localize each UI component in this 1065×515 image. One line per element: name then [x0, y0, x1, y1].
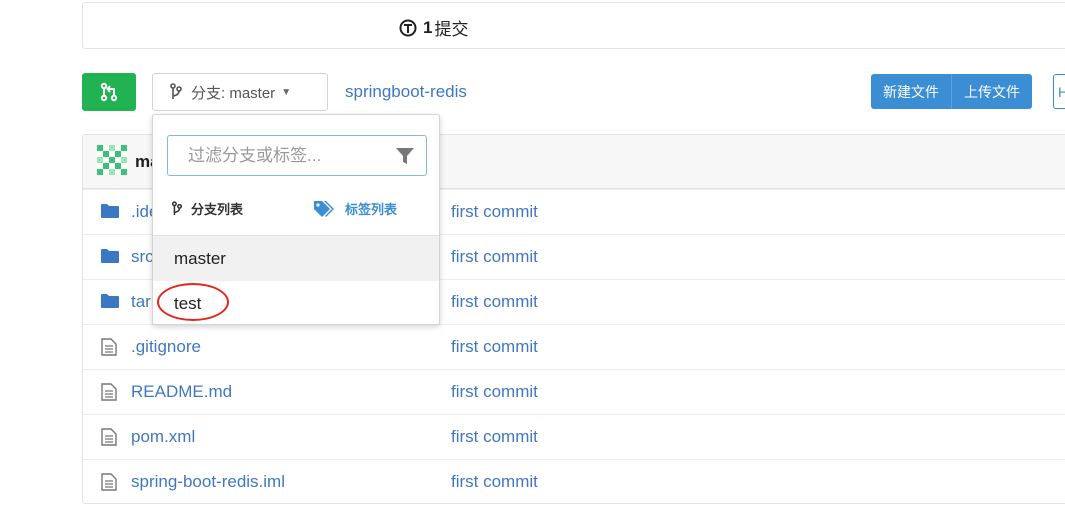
repo-name-link[interactable]: springboot-redis — [345, 82, 467, 102]
folder-icon — [101, 204, 119, 218]
tab-branches[interactable]: 分支列表 — [171, 199, 243, 218]
commit-message-link[interactable]: first commit — [451, 337, 538, 357]
commit-label: 提交 — [434, 20, 469, 39]
branch-selector[interactable]: 分支: master ▼ — [152, 73, 328, 111]
branch-filter-input[interactable] — [186, 144, 386, 167]
file-icon — [101, 338, 117, 356]
commit-message-link[interactable]: first commit — [451, 427, 538, 447]
dropdown-tabs: 分支列表 标签列表 — [171, 199, 431, 223]
branch-filter-field[interactable] — [167, 135, 427, 176]
file-name-link[interactable]: pom.xml — [131, 427, 195, 447]
tags-icon — [314, 200, 334, 217]
file-icon — [101, 473, 117, 491]
branch-icon — [170, 83, 182, 99]
commits-link[interactable]: 1 提交 — [399, 15, 468, 40]
file-name-link[interactable]: src — [131, 247, 154, 267]
commits-bar: 1 提交 — [82, 2, 1065, 49]
pull-request-button[interactable] — [82, 73, 136, 111]
commit-message-link[interactable]: first commit — [451, 472, 538, 492]
chevron-down-icon: ▼ — [281, 86, 292, 98]
branch-label: 分支: master — [191, 84, 276, 102]
avatar — [97, 145, 127, 175]
upload-file-button[interactable]: 上传文件 — [951, 74, 1032, 109]
highlight-circle — [157, 283, 229, 321]
branch-item-master[interactable]: master — [153, 236, 439, 281]
folder-icon — [101, 294, 119, 308]
branch-icon — [171, 200, 183, 215]
file-icon — [101, 428, 117, 446]
commit-message-link[interactable]: first commit — [451, 292, 538, 312]
truncated-button[interactable]: H — [1053, 74, 1065, 109]
tab-branches-label: 分支列表 — [191, 202, 244, 217]
filter-icon — [396, 148, 414, 164]
file-name-link[interactable]: tar — [131, 292, 151, 312]
commit-message-link[interactable]: first commit — [451, 247, 538, 267]
table-row[interactable]: spring-boot-redis.iml first commit — [83, 459, 1065, 504]
commit-history-icon — [399, 19, 417, 36]
pull-request-icon — [100, 82, 118, 102]
commit-count: 1 — [423, 17, 433, 37]
file-name-link[interactable]: spring-boot-redis.iml — [131, 472, 285, 492]
table-row[interactable]: .gitignore first commit — [83, 324, 1065, 369]
file-icon — [101, 383, 117, 401]
commit-message-link[interactable]: first commit — [451, 202, 538, 222]
commit-message-link[interactable]: first commit — [451, 382, 538, 402]
table-row[interactable]: README.md first commit — [83, 369, 1065, 414]
tab-tags[interactable]: 标签列表 — [313, 199, 397, 218]
new-file-button[interactable]: 新建文件 — [871, 74, 951, 109]
table-row[interactable]: pom.xml first commit — [83, 414, 1065, 459]
file-action-group: 新建文件 上传文件 — [871, 74, 1032, 109]
folder-icon — [101, 249, 119, 263]
file-name-link[interactable]: README.md — [131, 382, 232, 402]
file-name-link[interactable]: .gitignore — [131, 337, 201, 357]
tab-tags-label: 标签列表 — [345, 202, 398, 217]
